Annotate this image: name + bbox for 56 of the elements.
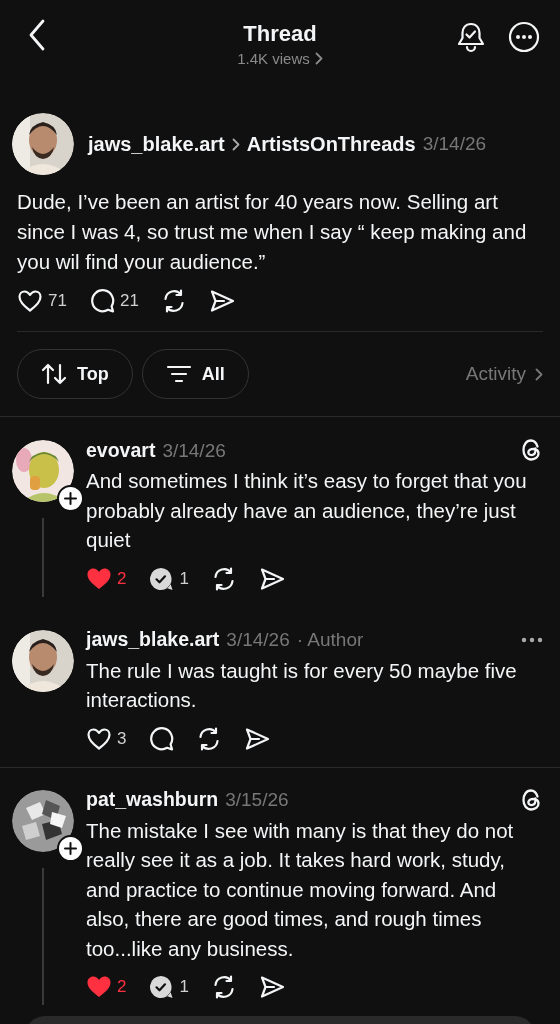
share-button[interactable] <box>208 289 235 313</box>
checked-speech-bubble-icon <box>148 565 175 592</box>
share-icon <box>244 726 271 751</box>
username[interactable]: pat_washburn <box>86 788 219 811</box>
reply-text: And sometimes I think it’s easy to forget that you probably already have an audience, they’re just quiet <box>86 468 528 553</box>
post-date: 3/14/26 <box>422 133 487 155</box>
reply-button[interactable] <box>148 725 175 752</box>
filter-button[interactable]: All <box>141 349 249 399</box>
chevron-icon <box>314 52 323 65</box>
reply-button[interactable]: 1 <box>148 565 189 592</box>
username[interactable]: jaws_blake.art <box>86 628 220 651</box>
activity-link[interactable]: Activity <box>465 363 543 385</box>
chevron-icon <box>535 367 543 381</box>
reply-date: 3/14/26 <box>226 629 290 651</box>
share-button[interactable] <box>258 566 285 591</box>
plus-icon <box>64 492 77 505</box>
community-name[interactable]: ArtistsOnThreads <box>246 132 416 156</box>
threads-logo-icon <box>521 787 543 812</box>
reply-date: 3/14/26 <box>162 439 226 462</box>
filter-icon <box>165 364 192 384</box>
reply-date: 3/15/26 <box>225 789 289 811</box>
like-button[interactable]: 3 <box>86 726 127 751</box>
page-title: Thread <box>243 21 317 47</box>
post-text: Dude, I’ve been an artist for 40 years now. Selling art since I was 4, so trust me when I say “ keep making and you wil find your audience.” <box>17 189 528 275</box>
heart-icon <box>17 289 43 313</box>
like-button[interactable]: 2 <box>86 975 127 999</box>
sort-button[interactable]: Top <box>17 349 133 399</box>
reply-text: The mistake I see with many is that they do not really see it as a job. It takes hard work, study, and practice to continue moving forward. And also, there are good times, and rough times too...like any business. <box>86 817 515 962</box>
more-icon[interactable] <box>521 636 543 643</box>
like-button[interactable]: 2 <box>86 566 127 591</box>
back-icon[interactable] <box>28 19 46 51</box>
bell-check-icon[interactable] <box>456 21 486 53</box>
like-button[interactable]: 71 <box>17 289 67 313</box>
share-button[interactable] <box>258 975 285 999</box>
chevron-icon <box>231 137 240 151</box>
sort-arrows-icon <box>41 363 67 385</box>
author-label: · Author <box>296 629 364 651</box>
heart-icon <box>86 726 112 751</box>
heart-icon <box>86 975 112 999</box>
reply-button[interactable]: 21 <box>88 288 139 314</box>
username[interactable]: evovart <box>86 438 156 462</box>
speech-bubble-icon <box>148 725 175 752</box>
heart-icon <box>86 566 112 591</box>
checked-speech-bubble-icon <box>148 974 175 1000</box>
plus-icon <box>64 841 77 855</box>
username[interactable]: jaws_blake.art <box>88 132 225 156</box>
threads-logo-icon <box>521 438 543 462</box>
more-icon[interactable] <box>508 21 540 53</box>
speech-bubble-icon <box>88 288 115 314</box>
share-button[interactable] <box>244 726 271 751</box>
share-icon <box>208 289 235 313</box>
reply-text: The rule I was taught is for every 50 maybe five interactions. <box>86 657 518 713</box>
share-icon <box>258 566 285 591</box>
reply-button[interactable]: 1 <box>148 974 189 1000</box>
views-link[interactable]: 1.4K views <box>237 50 323 67</box>
share-icon <box>258 975 285 999</box>
